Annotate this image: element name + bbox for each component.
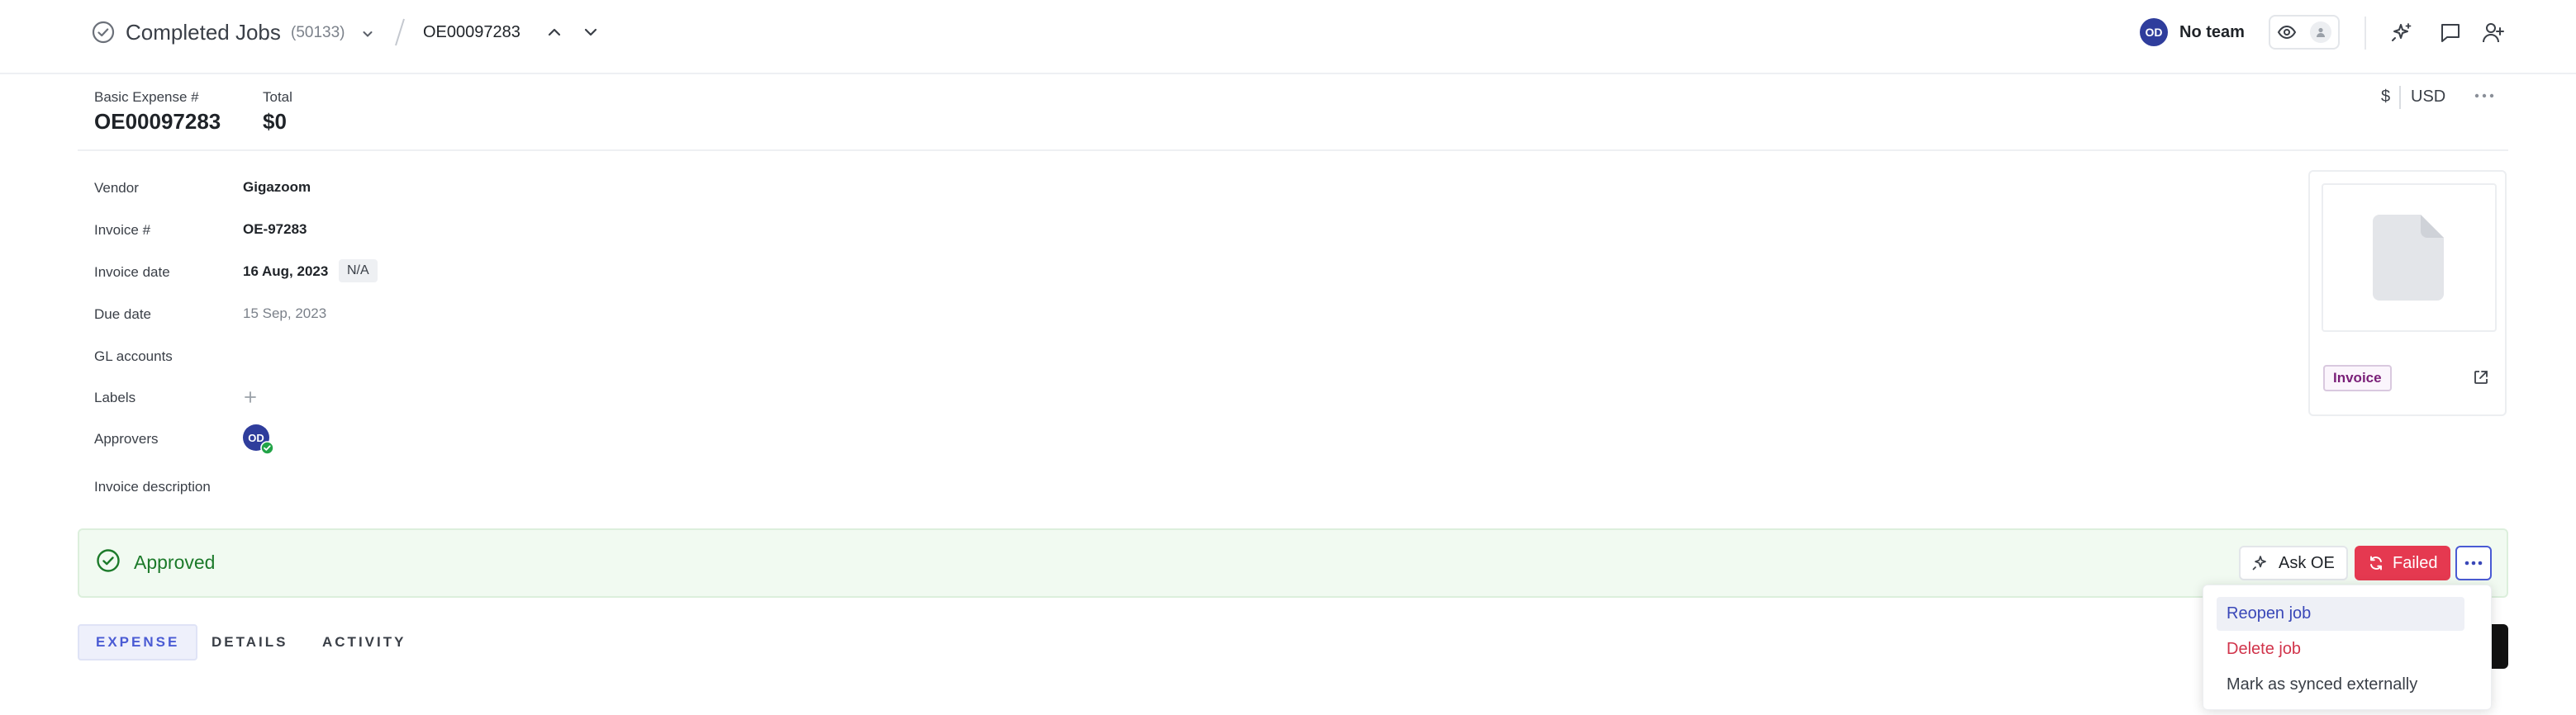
tab-details[interactable]: DETAILS — [211, 634, 288, 651]
more-actions-menu: Reopen job Delete job Mark as synced ext… — [2203, 585, 2492, 710]
page-title: Completed Jobs — [126, 20, 281, 45]
approver-avatar[interactable]: OD — [243, 424, 276, 457]
comment-icon[interactable] — [2439, 21, 2462, 45]
due-date-field[interactable]: 15 Sep, 2023 — [243, 305, 326, 322]
previous-job-button[interactable] — [545, 23, 563, 41]
menu-item-delete-job[interactable]: Delete job — [2217, 632, 2464, 666]
status-text: Approved — [134, 552, 216, 573]
completed-check-icon — [91, 20, 116, 45]
invoice-date-label: Invoice date — [94, 264, 170, 280]
job-id: OE00097283 — [423, 23, 520, 41]
document-preview[interactable] — [2322, 183, 2497, 332]
invoice-description-label: Invoice description — [94, 479, 211, 495]
team-selector[interactable]: No team — [2179, 23, 2245, 42]
refresh-icon — [2368, 555, 2384, 571]
currency-divider — [2399, 86, 2401, 109]
sparkle-icon[interactable] — [2391, 21, 2414, 45]
job-count: (50133) — [291, 24, 345, 41]
toolbar-divider — [2365, 17, 2366, 50]
invoice-date-field[interactable]: 16 Aug, 2023 — [243, 263, 328, 280]
total-value: $0 — [263, 109, 287, 134]
invoice-date-tag: N/A — [339, 259, 378, 282]
currency-symbol: $ — [2381, 88, 2391, 106]
approved-status-icon — [96, 548, 121, 573]
file-icon — [2373, 213, 2445, 302]
invoice-number-field[interactable]: OE-97283 — [243, 221, 307, 238]
eye-icon — [2277, 25, 2297, 40]
due-date-label: Due date — [94, 306, 151, 322]
sparkle-icon — [2252, 554, 2270, 572]
labels-label: Labels — [94, 390, 136, 405]
breadcrumb-separator — [393, 17, 406, 48]
invoice-number-label: Invoice # — [94, 222, 151, 238]
menu-item-reopen-job[interactable]: Reopen job — [2217, 597, 2464, 631]
vendor-label: Vendor — [94, 180, 139, 196]
total-label: Total — [263, 89, 292, 105]
ellipsis-icon — [2464, 561, 2483, 566]
gl-accounts-label: GL accounts — [94, 348, 173, 364]
currency-selector[interactable]: USD — [2411, 88, 2445, 107]
ask-oe-label: Ask OE — [2279, 553, 2335, 572]
expense-id-value: OE00097283 — [94, 109, 221, 134]
next-job-button[interactable] — [582, 23, 600, 41]
watchers-button[interactable] — [2269, 15, 2340, 50]
menu-item-mark-synced[interactable]: Mark as synced externally — [2217, 668, 2464, 702]
chevron-down-icon[interactable] — [360, 26, 375, 41]
more-actions-button[interactable] — [2455, 546, 2492, 580]
approvers-label: Approvers — [94, 431, 159, 447]
tab-activity[interactable]: ACTIVITY — [322, 634, 406, 651]
approved-check-icon — [260, 441, 274, 455]
vendor-field[interactable]: Gigazoom — [243, 179, 311, 196]
user-avatar-icon — [2310, 21, 2331, 43]
tab-expense[interactable]: EXPENSE — [78, 624, 198, 661]
status-banner — [78, 528, 2508, 598]
document-type-tag: Invoice — [2323, 365, 2392, 391]
expense-id-label: Basic Expense # — [94, 89, 199, 105]
more-options-icon[interactable] — [2474, 92, 2495, 99]
failed-label: Failed — [2393, 553, 2438, 572]
section-divider — [78, 149, 2508, 151]
failed-sync-button[interactable]: Failed — [2355, 546, 2451, 580]
ask-oe-button[interactable]: Ask OE — [2239, 546, 2348, 580]
open-external-icon[interactable] — [2472, 368, 2490, 386]
add-label-icon[interactable] — [243, 390, 258, 405]
avatar[interactable]: OD — [2140, 18, 2168, 46]
assign-user-icon[interactable] — [2482, 21, 2505, 45]
